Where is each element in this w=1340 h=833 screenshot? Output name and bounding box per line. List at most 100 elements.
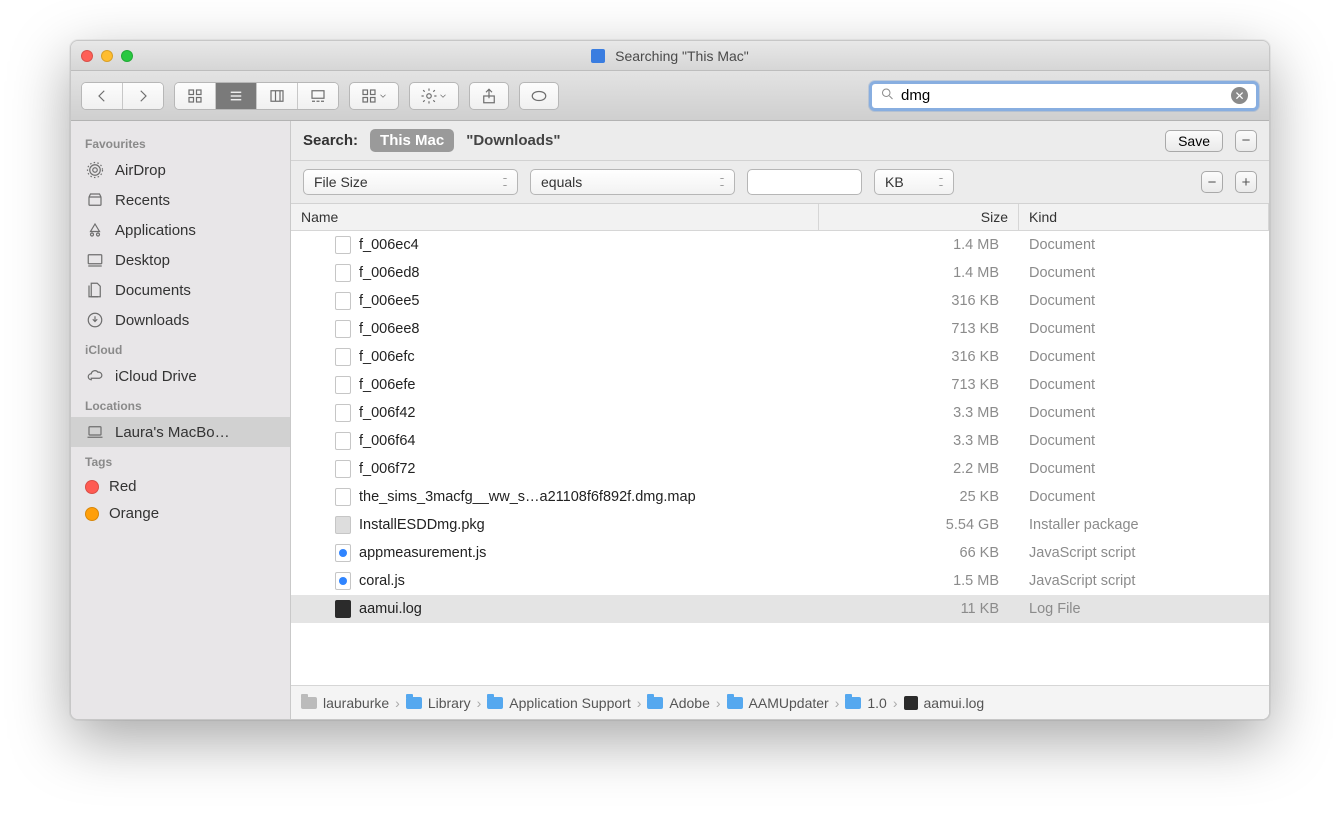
window-title-text: Searching "This Mac" [615,48,749,64]
criteria-attribute-select[interactable]: File Size [303,169,518,195]
criteria-value-input[interactable] [747,169,862,195]
view-gallery-button[interactable] [298,82,338,110]
table-row[interactable]: f_006f722.2 MBDocument [291,455,1269,483]
sidebar-tag-red[interactable]: Red [71,473,290,500]
table-row[interactable]: f_006efe713 KBDocument [291,371,1269,399]
remove-scope-button[interactable]: − [1235,130,1257,152]
scope-this-mac[interactable]: This Mac [370,129,454,152]
table-row[interactable]: appmeasurement.js66 KBJavaScript script [291,539,1269,567]
criteria-unit-select[interactable]: KB [874,169,954,195]
path-segment[interactable]: AAMUpdater [727,695,829,711]
file-kind: Document [1019,487,1269,507]
file-name: f_006ed8 [359,265,419,281]
path-label: Library [428,695,471,711]
table-row[interactable]: coral.js1.5 MBJavaScript script [291,567,1269,595]
chevron-down-icon [438,87,448,105]
sidebar-item-label: Orange [109,505,159,522]
chevron-right-icon [134,87,152,105]
arrange-icon [360,87,378,105]
chevron-right-icon: › [893,695,898,711]
search-input[interactable] [901,87,1231,104]
file-size: 316 KB [819,291,1019,311]
table-row[interactable]: f_006ec41.4 MBDocument [291,231,1269,259]
search-field[interactable]: ✕ [869,81,1259,111]
path-segment[interactable]: lauraburke [301,695,389,711]
file-size: 1.4 MB [819,235,1019,255]
table-row[interactable]: f_006ee5316 KBDocument [291,287,1269,315]
save-search-button[interactable]: Save [1165,130,1223,152]
back-button[interactable] [82,82,123,110]
grid-icon [186,87,204,105]
scope-downloads[interactable]: "Downloads" [466,132,560,149]
sidebar-tag-orange[interactable]: Orange [71,500,290,527]
sidebar-item-documents[interactable]: Documents [71,275,290,305]
sidebar-item-recents[interactable]: Recents [71,185,290,215]
action-button[interactable] [409,82,459,110]
table-row[interactable]: f_006ee8713 KBDocument [291,315,1269,343]
table-row[interactable]: f_006f423.3 MBDocument [291,399,1269,427]
search-criteria-row: File Size equals KB − + [291,161,1269,204]
applications-icon [85,220,105,240]
sidebar-item-label: iCloud Drive [115,368,197,385]
sidebar-item-applications[interactable]: Applications [71,215,290,245]
path-segment[interactable]: Adobe [647,695,709,711]
table-row[interactable]: aamui.log11 KBLog File [291,595,1269,623]
add-criteria-button[interactable]: + [1235,171,1257,193]
view-list-button[interactable] [216,82,257,110]
file-size: 3.3 MB [819,431,1019,451]
forward-button[interactable] [123,82,163,110]
file-size: 1.5 MB [819,571,1019,591]
file-icon [335,348,351,366]
file-name: InstallESDDmg.pkg [359,517,485,533]
tags-button[interactable] [519,82,559,110]
path-segment[interactable]: 1.0 [845,695,886,711]
clear-search-button[interactable]: ✕ [1231,87,1248,104]
table-row[interactable]: the_sims_3macfg__ww_s…a21108f6f892f.dmg.… [291,483,1269,511]
file-size: 11 KB [819,599,1019,619]
column-header-kind[interactable]: Kind [1019,204,1269,230]
view-columns-button[interactable] [257,82,298,110]
sidebar-item-downloads[interactable]: Downloads [71,305,290,335]
criteria-operator-select[interactable]: equals [530,169,735,195]
file-icon [335,544,351,562]
path-segment[interactable]: Application Support [487,695,630,711]
share-icon [480,87,498,105]
file-icon [335,572,351,590]
table-row[interactable]: f_006f643.3 MBDocument [291,427,1269,455]
view-icons-button[interactable] [175,82,216,110]
search-scope-bar: Search: This Mac "Downloads" Save − [291,121,1269,161]
select-value: equals [541,174,582,190]
share-button[interactable] [469,82,509,110]
column-header-name[interactable]: Name [291,204,819,230]
table-row[interactable]: f_006ed81.4 MBDocument [291,259,1269,287]
color-dot-icon [85,480,99,494]
sidebar-item-this-mac[interactable]: Laura's MacBo… [71,417,290,447]
file-icon [335,236,351,254]
titlebar: Searching "This Mac" [71,41,1269,71]
sidebar-header-locations: Locations [71,391,290,417]
column-header-size[interactable]: Size [819,204,1019,230]
table-header: Name Size Kind [291,204,1269,231]
file-icon [335,376,351,394]
sidebar-item-desktop[interactable]: Desktop [71,245,290,275]
folder-icon [727,697,743,709]
file-icon [335,516,351,534]
path-segment[interactable]: Library [406,695,471,711]
file-size: 713 KB [819,319,1019,339]
path-bar: lauraburke›Library›Application Support›A… [291,685,1269,719]
path-label: Adobe [669,695,709,711]
desktop-icon [85,250,105,270]
table-row[interactable]: InstallESDDmg.pkg5.54 GBInstaller packag… [291,511,1269,539]
arrange-button[interactable] [349,82,399,110]
sidebar-item-airdrop[interactable]: AirDrop [71,155,290,185]
results-list: f_006ec41.4 MBDocumentf_006ed81.4 MBDocu… [291,231,1269,685]
remove-criteria-button[interactable]: − [1201,171,1223,193]
file-name: f_006f72 [359,461,415,477]
file-kind: Document [1019,375,1269,395]
list-icon [227,87,245,105]
file-size: 66 KB [819,543,1019,563]
path-segment[interactable]: aamui.log [904,695,985,711]
table-row[interactable]: f_006efc316 KBDocument [291,343,1269,371]
sidebar-item-icloud-drive[interactable]: iCloud Drive [71,361,290,391]
finder-window: Searching "This Mac" [70,40,1270,720]
